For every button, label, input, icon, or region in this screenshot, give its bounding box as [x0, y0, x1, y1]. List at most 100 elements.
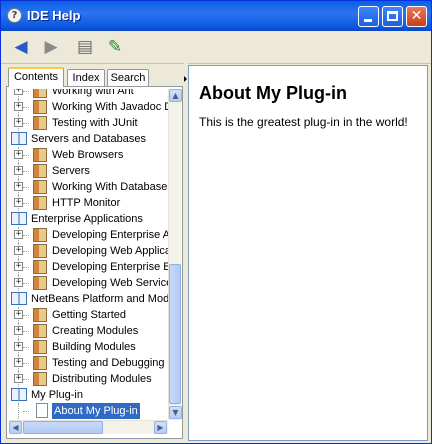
ide-help-window: ? IDE Help ✕ ◀ ▶ ▤ ✎ Contents Index Sear… [0, 0, 432, 444]
tree-topic-node[interactable]: + Developing Web Services [9, 275, 168, 291]
tree-node-label: Building Modules [52, 341, 136, 353]
tree-node-label: Enterprise Applications [31, 213, 143, 225]
topic-book-icon [33, 228, 47, 242]
horizontal-scrollbar[interactable]: ◀ ▶ [9, 420, 168, 434]
tree-node-label: Developing Web Services [52, 277, 168, 289]
tree-topic-node[interactable]: + Building Modules [9, 339, 168, 355]
tree-topic-node[interactable]: + Developing Enterprise Applications [9, 227, 168, 243]
tree-connector-line [23, 171, 29, 172]
close-button[interactable]: ✕ [406, 6, 427, 27]
tree-connector-line [23, 411, 29, 412]
expand-icon[interactable]: + [14, 118, 23, 127]
tree-node-label: Creating Modules [52, 325, 139, 337]
tree-book-node[interactable]: Enterprise Applications [9, 211, 168, 227]
tree-node-label: Distributing Modules [52, 373, 152, 385]
expand-icon[interactable]: + [14, 246, 23, 255]
expand-icon[interactable]: + [14, 150, 23, 159]
topic-book-icon [33, 148, 47, 162]
tab-index[interactable]: Index [67, 69, 105, 86]
tree-connector-line [23, 107, 29, 108]
tree-connector-line [23, 331, 29, 332]
topic-book-icon [33, 100, 47, 114]
page-title: About My Plug-in [199, 83, 347, 103]
window-title: IDE Help [27, 8, 81, 23]
maximize-button[interactable] [382, 6, 403, 27]
tree-topic-node[interactable]: + Working With Javadoc Documentation [9, 99, 168, 115]
topic-book-icon [33, 89, 47, 98]
tree-connector-line [23, 283, 29, 284]
tree-connector-line [23, 235, 29, 236]
tree-topic-node[interactable]: + Working With Databases [9, 179, 168, 195]
tree-topic-node[interactable]: + Getting Started [9, 307, 168, 323]
scroll-up-button[interactable]: ▲ [169, 89, 182, 102]
expand-icon[interactable]: + [14, 374, 23, 383]
topic-book-icon [33, 276, 47, 290]
minimize-button[interactable] [358, 6, 379, 27]
tree-node-label: NetBeans Platform and Modules [31, 293, 168, 305]
tree-connector-line [23, 155, 29, 156]
vertical-scrollbar[interactable]: ▲ ▼ [168, 89, 182, 420]
help-icon: ? [7, 8, 22, 23]
tree-connector-line [23, 267, 29, 268]
expand-icon[interactable]: + [14, 278, 23, 287]
tab-contents[interactable]: Contents [8, 67, 64, 87]
title-bar[interactable]: ? IDE Help ✕ [1, 1, 431, 31]
scroll-left-button[interactable]: ◀ [9, 421, 22, 434]
tree-topic-node[interactable]: + Distributing Modules [9, 371, 168, 387]
tree-topic-node[interactable]: About My Plug-in [9, 402, 168, 420]
scroll-down-button[interactable]: ▼ [169, 406, 182, 419]
expand-icon[interactable]: + [14, 326, 23, 335]
tree-node-label: Working With Javadoc Documentation [52, 101, 168, 113]
expand-icon[interactable]: + [14, 310, 23, 319]
tree-connector-line [23, 347, 29, 348]
topic-book-icon [33, 116, 47, 130]
open-book-icon [11, 292, 27, 305]
expand-icon[interactable]: + [14, 230, 23, 239]
expand-icon[interactable]: + [14, 166, 23, 175]
expand-icon[interactable]: + [14, 102, 23, 111]
nav-tabs: Contents Index Search [6, 67, 183, 87]
topic-book-icon [33, 340, 47, 354]
expand-icon[interactable]: + [14, 198, 23, 207]
back-arrow-icon[interactable]: ◀ [9, 35, 33, 59]
open-book-icon [11, 132, 27, 145]
expand-icon[interactable]: + [14, 182, 23, 191]
tree-book-node[interactable]: Servers and Databases [9, 131, 168, 147]
topic-book-icon [33, 372, 47, 386]
expand-icon[interactable]: + [14, 262, 23, 271]
tree-node-label: Testing with JUnit [52, 117, 138, 129]
page-setup-icon[interactable]: ✎ [103, 35, 127, 59]
forward-arrow-icon[interactable]: ▶ [39, 35, 63, 59]
expand-icon[interactable]: + [14, 89, 23, 95]
tree-topic-node[interactable]: + Testing and Debugging [9, 355, 168, 371]
tree-node-label: Developing Web Applications [52, 245, 168, 257]
horizontal-scroll-thumb[interactable] [23, 421, 103, 434]
tree-topic-node[interactable]: + Developing Web Applications [9, 243, 168, 259]
tree-topic-node[interactable]: + Web Browsers [9, 147, 168, 163]
topic-book-icon [33, 356, 47, 370]
tree-connector-line [23, 379, 29, 380]
tree-book-node[interactable]: NetBeans Platform and Modules [9, 291, 168, 307]
tree-connector-line [23, 187, 29, 188]
tree-topic-node[interactable]: + Working with Ant [9, 89, 168, 99]
expand-icon[interactable]: + [14, 358, 23, 367]
tab-search[interactable]: Search [107, 69, 149, 86]
tree-topic-node[interactable]: + Testing with JUnit [9, 115, 168, 131]
tree-topic-node[interactable]: + Servers [9, 163, 168, 179]
topic-book-icon [33, 260, 47, 274]
vertical-scroll-thumb[interactable] [169, 264, 181, 404]
tree-connector-line [23, 315, 29, 316]
tree-topic-node[interactable]: + Developing Enterprise Beans [9, 259, 168, 275]
tree-book-node[interactable]: My Plug-in [9, 387, 168, 403]
tree-topic-node[interactable]: + HTTP Monitor [9, 195, 168, 211]
tree-connector-line [23, 363, 29, 364]
scroll-right-button[interactable]: ▶ [154, 421, 167, 434]
tree-node-label: HTTP Monitor [52, 197, 121, 209]
close-icon: ✕ [410, 8, 423, 24]
print-icon[interactable]: ▤ [73, 35, 97, 59]
tree-node-label: Working With Databases [52, 181, 168, 193]
minimize-icon [364, 19, 372, 22]
expand-icon[interactable]: + [14, 342, 23, 351]
tree-topic-node[interactable]: + Creating Modules [9, 323, 168, 339]
open-book-icon [11, 212, 27, 225]
